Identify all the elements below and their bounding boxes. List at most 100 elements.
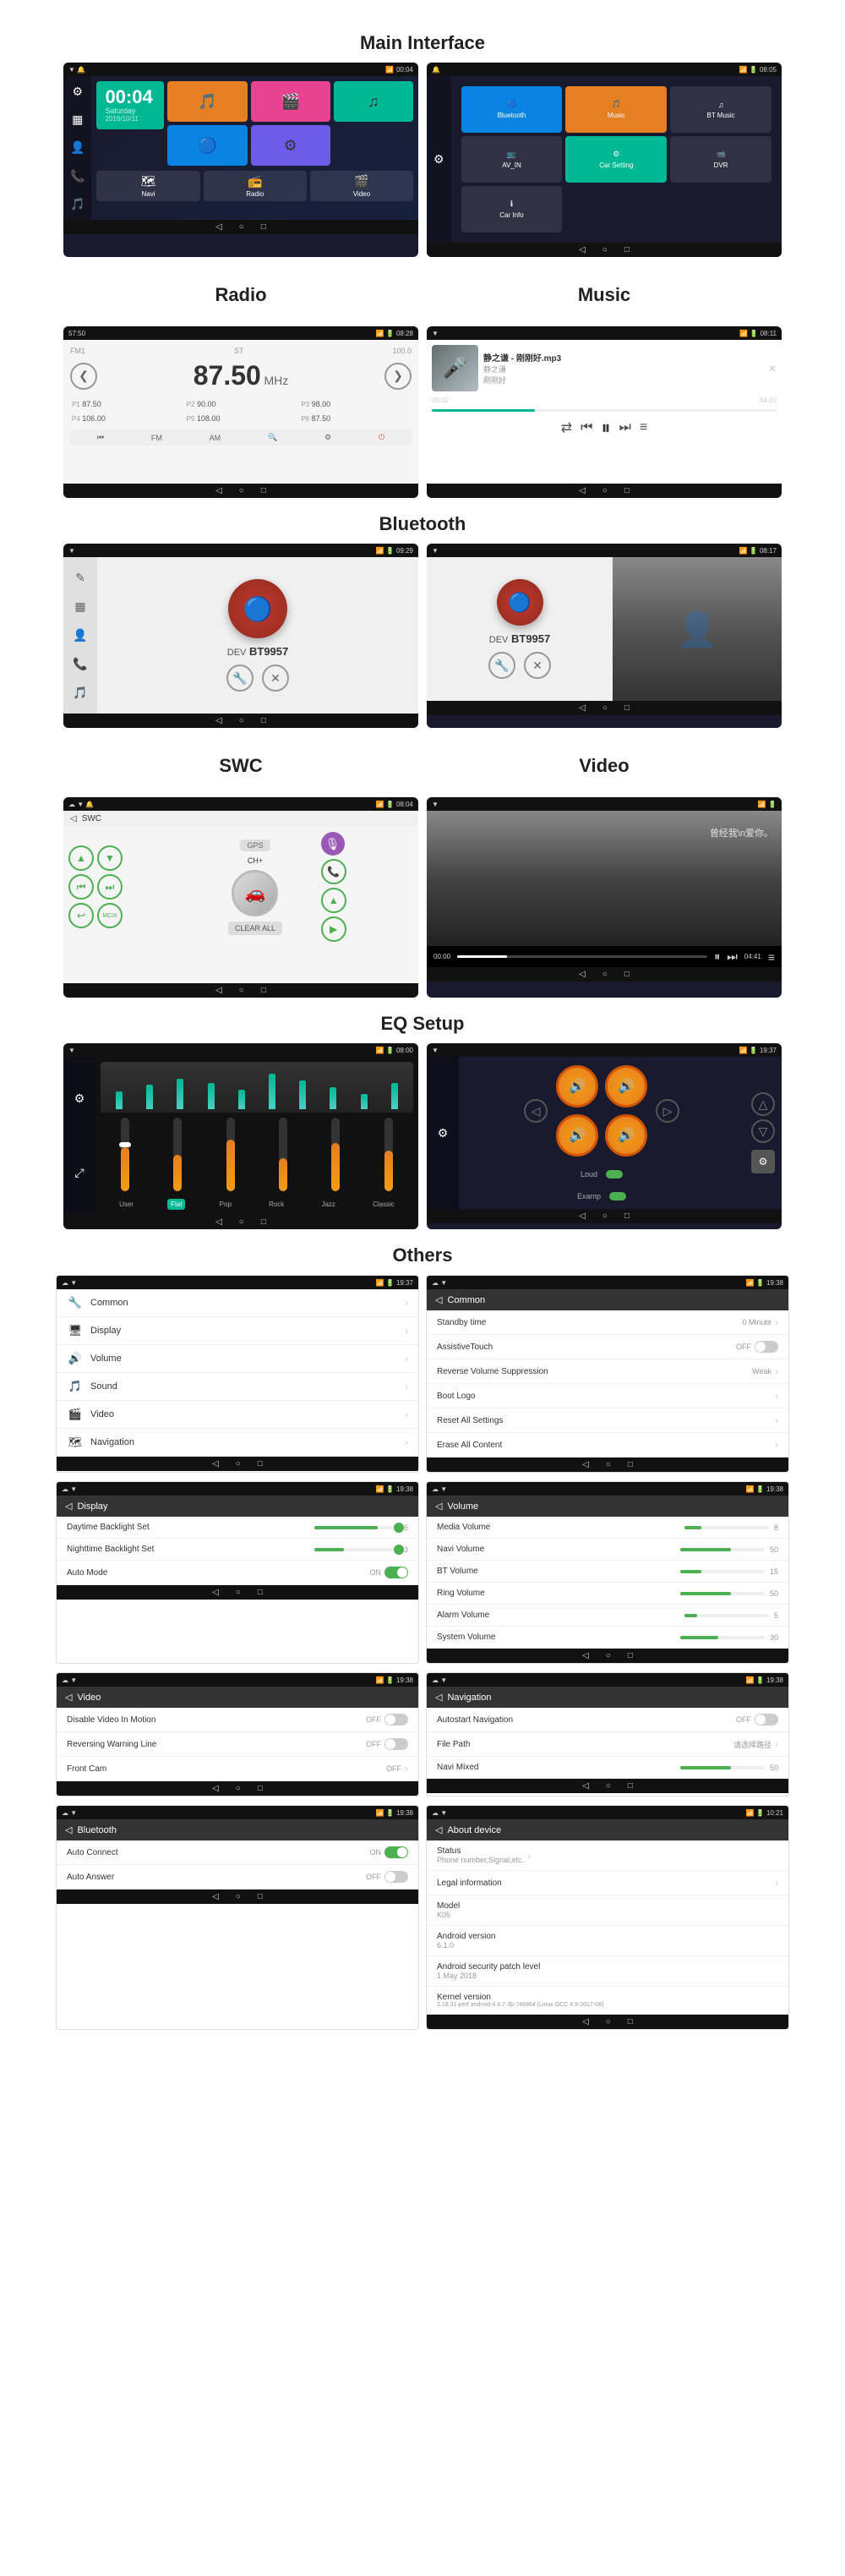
reset-all-row[interactable]: Reset All Settings › bbox=[427, 1408, 788, 1433]
preset-p2[interactable]: P2 90.00 bbox=[185, 398, 297, 410]
music-prev-btn[interactable]: ⏮ bbox=[581, 420, 592, 435]
recent-bt-l[interactable]: □ bbox=[261, 716, 266, 725]
music-progress-bar[interactable] bbox=[432, 409, 777, 412]
phone-icon[interactable]: 📞 bbox=[67, 166, 88, 187]
common-back-btn[interactable]: ◁ bbox=[435, 1294, 442, 1305]
recent-bt-settings[interactable]: □ bbox=[258, 1892, 263, 1901]
swc-mic-btn[interactable]: 🎙 bbox=[321, 832, 345, 856]
bt-side-pencil[interactable]: ✎ bbox=[75, 571, 85, 585]
settings-item-display[interactable]: 🖥 Display › bbox=[57, 1317, 418, 1345]
car-setting-tile[interactable]: ⚙Car Setting bbox=[565, 136, 667, 183]
bt-right-disconnect-btn[interactable]: ✕ bbox=[524, 652, 551, 679]
recent-eq-r[interactable]: □ bbox=[624, 1211, 630, 1221]
back-eq-l[interactable]: ◁ bbox=[215, 1217, 222, 1227]
auto-mode-toggle[interactable] bbox=[384, 1567, 408, 1578]
home-swc[interactable]: ○ bbox=[239, 986, 244, 995]
back-btn-r[interactable]: ◁ bbox=[579, 245, 586, 254]
home-eq-r[interactable]: ○ bbox=[602, 1211, 608, 1221]
nav-radio[interactable]: 📻 Radio bbox=[204, 171, 307, 201]
recent-radio[interactable]: □ bbox=[261, 486, 266, 495]
eq-preset-classic[interactable]: Classic bbox=[369, 1199, 398, 1210]
autostart-nav-toggle[interactable] bbox=[755, 1714, 778, 1726]
preset-p6[interactable]: P6 87.50 bbox=[299, 413, 412, 424]
eq-preset-flat[interactable]: Flat bbox=[167, 1199, 185, 1210]
swc-vol-down[interactable]: ▼ bbox=[97, 845, 123, 871]
dvr-tile[interactable]: 📹DVR bbox=[670, 136, 771, 183]
radio-prev-btn[interactable]: ⏮ bbox=[97, 433, 104, 442]
home-eq-l[interactable]: ○ bbox=[239, 1217, 244, 1227]
recent-eq-l[interactable]: □ bbox=[261, 1217, 266, 1227]
swc-mcix[interactable]: MCIX bbox=[97, 903, 123, 928]
nav-settings-back-btn[interactable]: ◁ bbox=[435, 1692, 442, 1703]
bt-side-user[interactable]: 👤 bbox=[73, 628, 87, 643]
back-common[interactable]: ◁ bbox=[582, 1460, 589, 1469]
car-info-tile[interactable]: ℹCar Info bbox=[461, 186, 563, 232]
back-bt-settings[interactable]: ◁ bbox=[212, 1892, 219, 1901]
av-in-tile[interactable]: 📺AV_IN bbox=[461, 136, 563, 183]
home-btn-r[interactable]: ○ bbox=[602, 245, 608, 254]
back-btn[interactable]: ◁ bbox=[215, 222, 222, 232]
recent-music[interactable]: □ bbox=[624, 486, 630, 495]
system-volume-slider[interactable] bbox=[680, 1636, 765, 1639]
disable-video-toggle[interactable] bbox=[384, 1714, 408, 1726]
eq-right-icon[interactable]: ⚙ bbox=[438, 1126, 449, 1140]
recent-btn-r[interactable]: □ bbox=[624, 245, 630, 254]
radio-search-btn[interactable]: 🔍 bbox=[268, 433, 277, 442]
freq-next-button[interactable]: ❯ bbox=[384, 363, 412, 390]
bt-tile[interactable]: 🔵Bluetooth bbox=[461, 86, 563, 133]
eq-slider-classic[interactable] bbox=[384, 1118, 393, 1194]
radio-am-btn[interactable]: AM bbox=[210, 434, 221, 442]
preset-p5[interactable]: P5 108.00 bbox=[185, 413, 297, 424]
display-back-btn[interactable]: ◁ bbox=[65, 1501, 72, 1512]
about-device-back-btn[interactable]: ◁ bbox=[435, 1824, 442, 1835]
eq-icon[interactable]: ⚙ bbox=[74, 1091, 85, 1106]
radio-fm-btn[interactable]: FM bbox=[151, 434, 162, 442]
music-list-btn[interactable]: ≡ bbox=[640, 420, 647, 435]
recent-swc[interactable]: □ bbox=[261, 986, 266, 995]
home-about-device[interactable]: ○ bbox=[606, 2017, 611, 2026]
app-tile-4[interactable]: 🔵 bbox=[167, 125, 247, 166]
back-display[interactable]: ◁ bbox=[212, 1588, 219, 1597]
recent-nav-settings[interactable]: □ bbox=[628, 1781, 633, 1791]
video-next-btn[interactable]: ⏭ bbox=[727, 949, 738, 964]
alarm-volume-slider[interactable] bbox=[684, 1614, 769, 1617]
auto-connect-toggle[interactable] bbox=[384, 1846, 408, 1858]
settings-item-common[interactable]: 🔧 Common › bbox=[57, 1289, 418, 1317]
ring-volume-slider[interactable] bbox=[680, 1592, 765, 1595]
settings-item-video[interactable]: 🎬 Video › bbox=[57, 1401, 418, 1429]
preset-p1[interactable]: P1 87.50 bbox=[70, 398, 183, 410]
user-icon[interactable]: 👤 bbox=[67, 137, 88, 158]
settings-icon[interactable]: ⚙ bbox=[67, 81, 88, 102]
back-radio[interactable]: ◁ bbox=[215, 486, 222, 495]
bt-side-grid[interactable]: ▦ bbox=[74, 599, 85, 614]
boot-logo-row[interactable]: Boot Logo › bbox=[427, 1384, 788, 1408]
settings-item-navigation[interactable]: 🗺 Navigation › bbox=[57, 1429, 418, 1457]
radio-power-btn[interactable]: ⏻ bbox=[379, 433, 384, 442]
music-icon[interactable]: 🎵 bbox=[67, 194, 88, 215]
home-display[interactable]: ○ bbox=[236, 1588, 241, 1597]
recent-about-device[interactable]: □ bbox=[628, 2017, 633, 2026]
back-volume[interactable]: ◁ bbox=[582, 1651, 589, 1660]
auto-answer-toggle[interactable] bbox=[384, 1871, 408, 1883]
home-video[interactable]: ○ bbox=[602, 970, 608, 979]
recent-video[interactable]: □ bbox=[624, 970, 630, 979]
home-bt-settings[interactable]: ○ bbox=[236, 1892, 241, 1901]
eq-down-arrow[interactable]: ▽ bbox=[751, 1119, 775, 1143]
recent-video-settings[interactable]: □ bbox=[258, 1784, 263, 1793]
recent-settings[interactable]: □ bbox=[258, 1459, 263, 1468]
rev-warning-toggle[interactable] bbox=[384, 1738, 408, 1750]
nighttime-backlight-slider[interactable] bbox=[314, 1548, 399, 1551]
swc-right-btn[interactable]: ▶ bbox=[321, 916, 346, 942]
bt-side-music[interactable]: 🎵 bbox=[73, 686, 87, 700]
back-arrow-swc[interactable]: ◁ bbox=[70, 814, 77, 823]
eq-slider-pop[interactable] bbox=[226, 1118, 235, 1194]
swc-up-btn[interactable]: ▲ bbox=[321, 888, 346, 913]
home-btn[interactable]: ○ bbox=[239, 222, 244, 232]
home-bt-r[interactable]: ○ bbox=[602, 703, 608, 713]
swc-back[interactable]: ↩ bbox=[68, 903, 94, 928]
settings-item-volume[interactable]: 🔊 Volume › bbox=[57, 1345, 418, 1373]
music-shuffle-btn[interactable]: ⇄ bbox=[561, 419, 572, 436]
eq-left-arrow-btn[interactable]: ◁ bbox=[524, 1099, 548, 1123]
swc-next[interactable]: ⏭ bbox=[97, 874, 123, 900]
home-common[interactable]: ○ bbox=[606, 1460, 611, 1469]
